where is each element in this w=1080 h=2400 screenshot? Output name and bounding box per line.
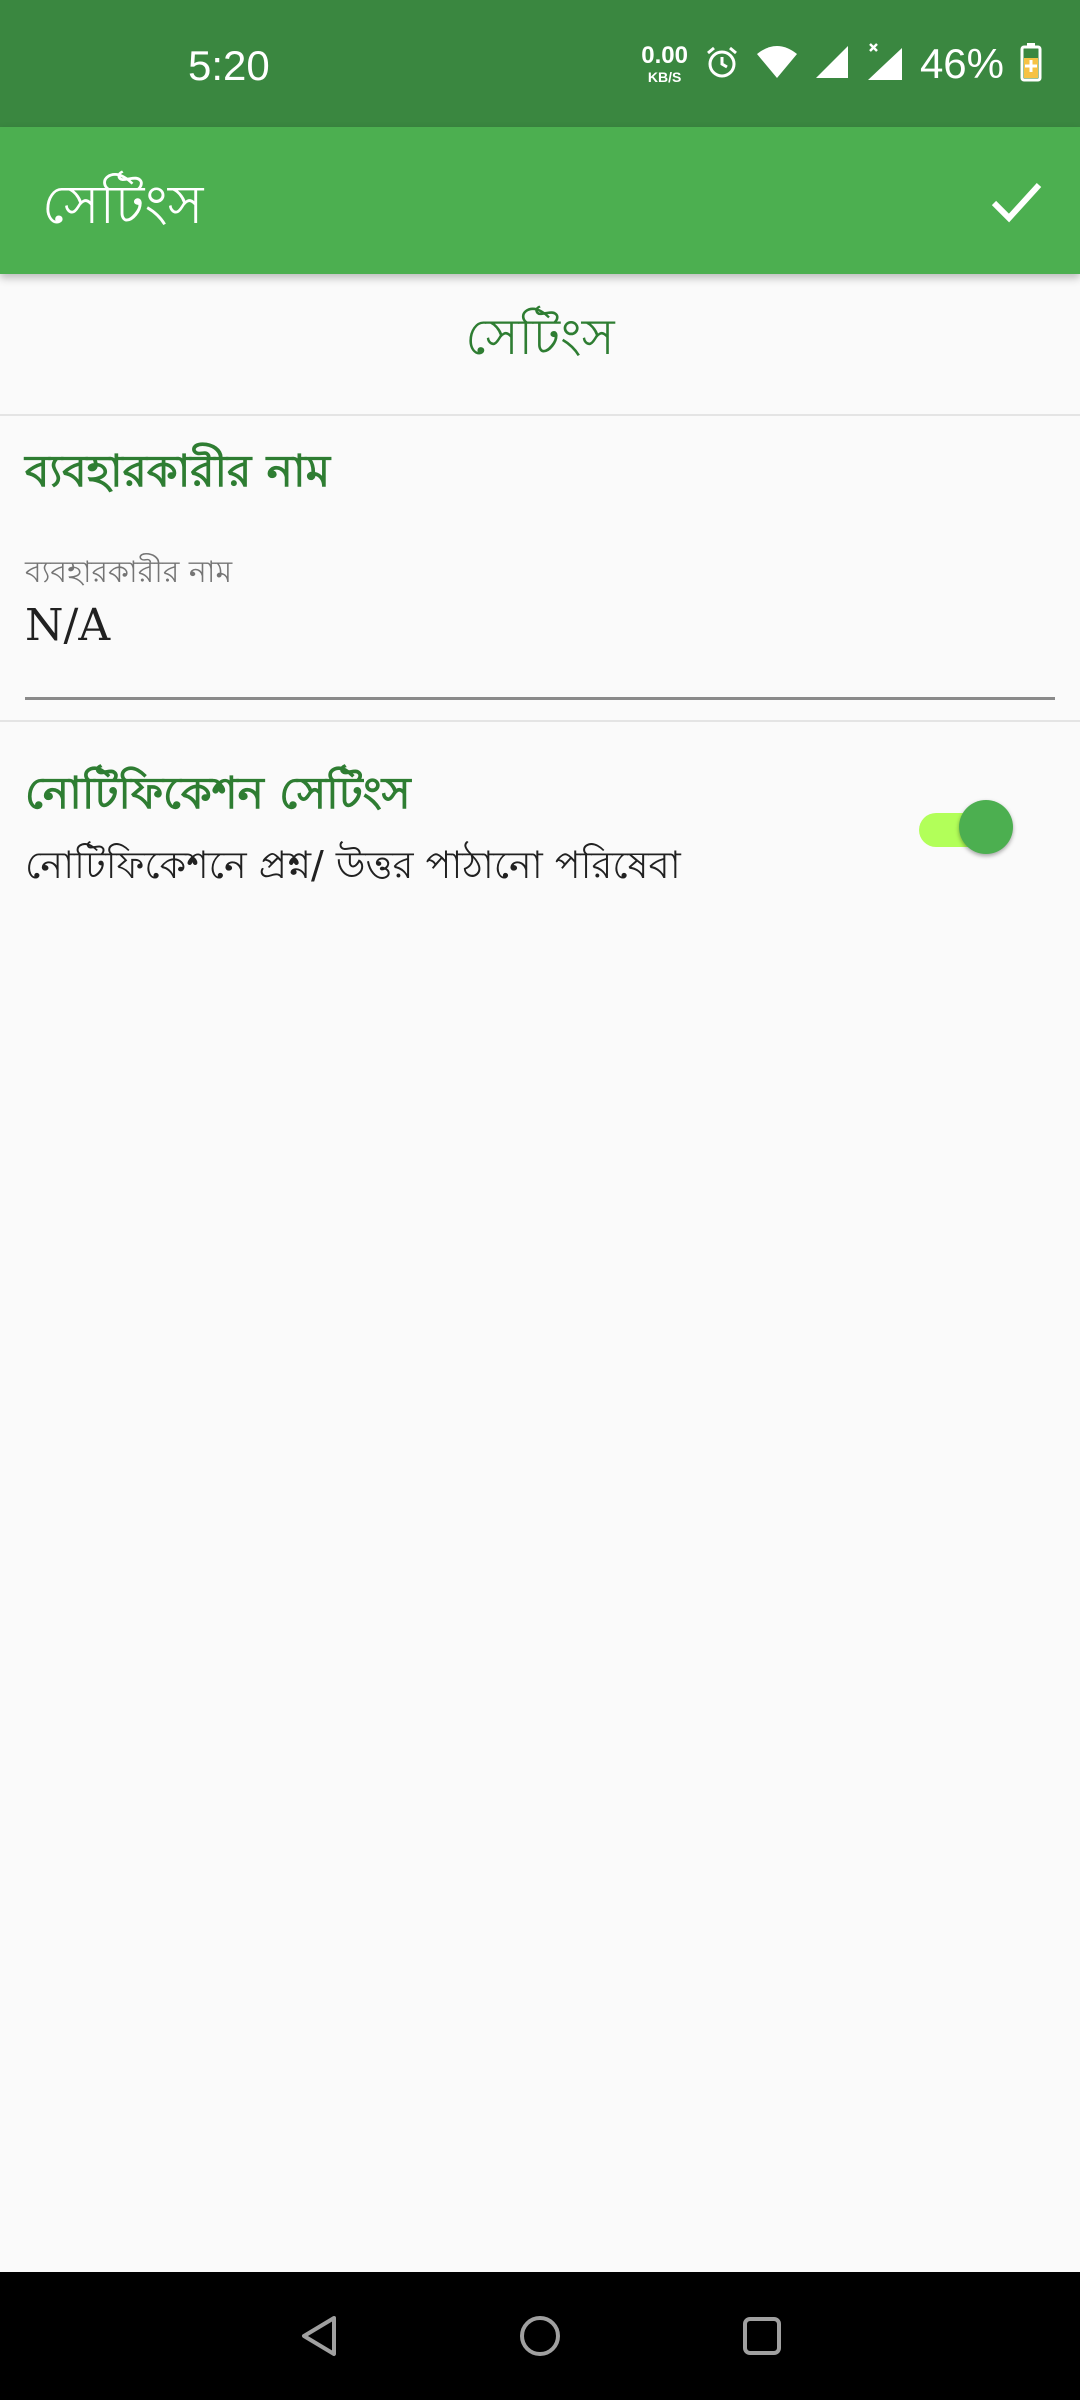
- network-speed: 0.00 KB/S: [641, 42, 688, 85]
- home-icon: [520, 2316, 560, 2356]
- notification-summary: নোটিফিকেশনে প্রশ্ন/ উত্তর পাঠানো পরিষেবা: [25, 843, 681, 887]
- username-field-underline: [25, 697, 1055, 700]
- status-bar: 5:20 0.00 KB/S 46%: [0, 0, 1080, 127]
- username-field[interactable]: [25, 600, 1055, 651]
- wifi-icon: [756, 44, 798, 84]
- network-speed-value: 0.00: [641, 42, 688, 69]
- username-section-title: ব্যবহারকারীর নাম: [25, 446, 331, 497]
- status-time: 5:20: [188, 42, 270, 89]
- app-bar-title: সেটিংস: [42, 173, 204, 236]
- page-title: সেটিংস: [465, 308, 615, 366]
- back-button[interactable]: [280, 2296, 360, 2376]
- app-bar: সেটিংস: [0, 127, 1080, 274]
- check-icon: [991, 182, 1042, 223]
- alarm-icon: [704, 44, 740, 84]
- status-icons: 0.00 KB/S 46%: [641, 36, 1042, 92]
- signal-x-icon: [866, 42, 904, 86]
- save-button[interactable]: [980, 165, 1052, 237]
- divider: [0, 414, 1080, 416]
- notification-section-title: নোটিফিকেশন সেটিংস: [25, 768, 411, 819]
- recents-icon: [743, 2317, 781, 2355]
- battery-charging-icon: [1020, 42, 1042, 86]
- back-icon: [302, 2316, 336, 2356]
- divider: [0, 720, 1080, 722]
- home-button[interactable]: [500, 2296, 580, 2376]
- network-speed-unit: KB/S: [647, 69, 682, 85]
- battery-percent: 46%: [919, 40, 1004, 87]
- signal-icon: [814, 44, 850, 84]
- recents-button[interactable]: [722, 2296, 802, 2376]
- navigation-bar: [0, 2272, 1080, 2400]
- notification-toggle[interactable]: [915, 798, 1013, 854]
- toggle-thumb: [959, 800, 1013, 854]
- username-field-label: ব্যবহারকারীর নাম: [25, 555, 233, 590]
